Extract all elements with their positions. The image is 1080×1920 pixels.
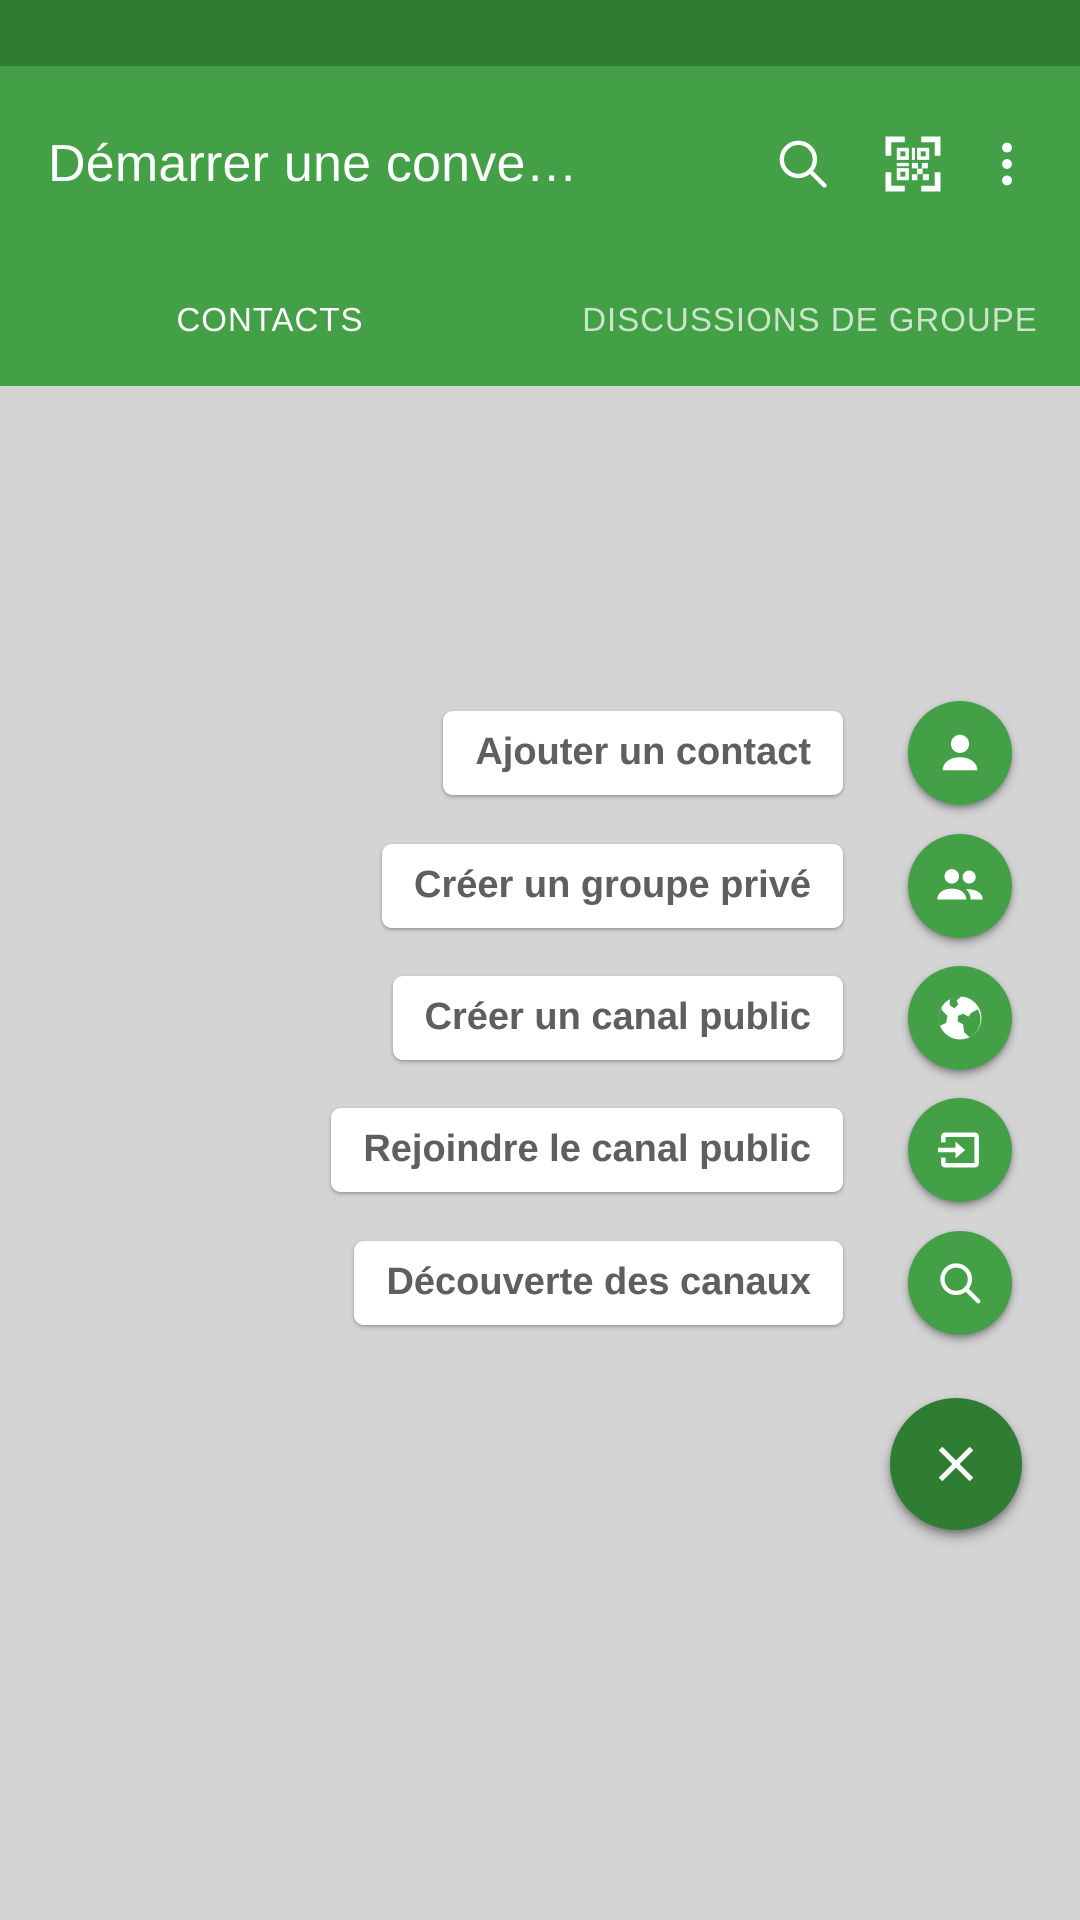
app-bar: Démarrer une conve… CONTACTS DISCUSSIONS… — [0, 66, 1080, 452]
speed-dial-label-join-public-channel[interactable]: Rejoindre le canal public — [331, 1108, 843, 1192]
speed-dial-item-create-private-group[interactable]: Créer un groupe privé — [382, 834, 1012, 938]
speed-dial-fab-create-private-group[interactable] — [908, 834, 1012, 938]
speed-dial-item-create-public-channel[interactable]: Créer un canal public — [392, 966, 1012, 1070]
search-icon — [933, 1256, 987, 1310]
speed-dial-fab-add-contact[interactable] — [908, 701, 1012, 805]
search-button[interactable] — [748, 109, 858, 219]
globe-icon — [932, 990, 988, 1046]
speed-dial-item-discover-channels[interactable]: Découverte des canaux — [354, 1231, 1012, 1335]
speed-dial-item-add-contact[interactable]: Ajouter un contact — [443, 701, 1012, 805]
app-bar-top-row: Démarrer une conve… — [0, 66, 1080, 261]
tab-group-discussions[interactable]: DISCUSSIONS DE GROUPE — [540, 261, 1080, 379]
speed-dial-fab-join-public-channel[interactable] — [908, 1098, 1012, 1202]
qr-scan-button[interactable] — [858, 109, 968, 219]
overflow-menu-button[interactable] — [968, 109, 1046, 219]
page-title: Démarrer une conve… — [48, 134, 578, 193]
speed-dial-fab-discover-channels[interactable] — [908, 1231, 1012, 1335]
close-icon — [927, 1435, 985, 1493]
login-arrow-icon — [933, 1123, 987, 1177]
speed-dial-main-fab-close[interactable] — [890, 1398, 1022, 1530]
tab-bar: CONTACTS DISCUSSIONS DE GROUPE — [0, 261, 1080, 386]
status-bar — [0, 0, 1080, 66]
tab-contacts-label: CONTACTS — [176, 301, 364, 338]
speed-dial-label-add-contact[interactable]: Ajouter un contact — [443, 711, 843, 795]
overflow-menu-icon — [978, 135, 1036, 193]
people-group-icon — [931, 857, 989, 915]
tab-group-discussions-label: DISCUSSIONS DE GROUPE — [582, 301, 1038, 338]
speed-dial-label-discover-channels[interactable]: Découverte des canaux — [354, 1241, 843, 1325]
speed-dial-fab-create-public-channel[interactable] — [908, 966, 1012, 1070]
tab-contacts[interactable]: CONTACTS — [0, 261, 540, 379]
search-icon — [772, 133, 834, 195]
app-root: Démarrer une conve… CONTACTS DISCUSSIONS… — [0, 0, 1080, 1920]
speed-dial-label-create-private-group[interactable]: Créer un groupe privé — [382, 844, 843, 928]
speed-dial-item-join-public-channel[interactable]: Rejoindre le canal public — [331, 1098, 1012, 1202]
speed-dial-label-create-public-channel[interactable]: Créer un canal public — [392, 976, 843, 1060]
app-bar-actions — [748, 66, 1046, 261]
qr-scan-icon — [880, 131, 946, 197]
person-add-icon — [932, 725, 988, 781]
